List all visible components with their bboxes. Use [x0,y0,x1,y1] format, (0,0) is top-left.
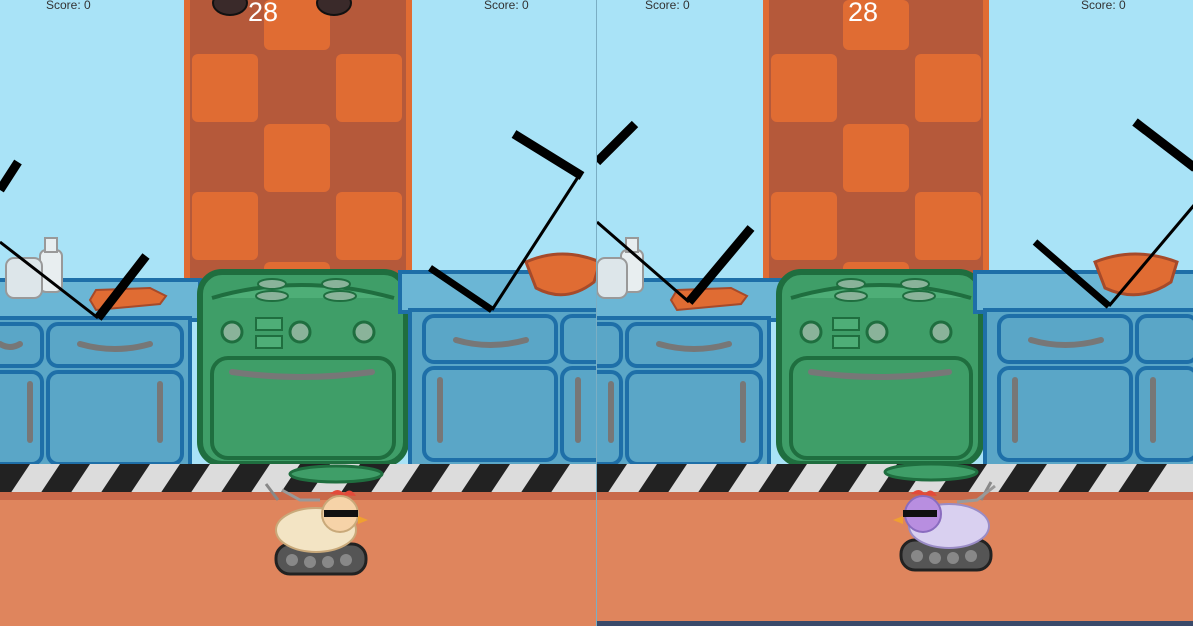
round-timer: 28 [248,0,279,27]
bottle-icon [597,237,644,299]
score-player-two: Score: 0 [484,0,529,12]
kitchen-background [597,0,1193,626]
round-timer: 28 [848,0,879,27]
score-player-two: Score: 0 [1081,0,1126,12]
stove [197,269,409,467]
bottom-status-bar [597,621,1193,626]
bowl-icon [524,252,597,297]
player-one-view: Score: 0 28 Score: 0 [0,0,597,626]
score-player-one: Score: 0 [645,0,690,12]
checkered-wall [184,0,412,302]
checkered-wall [763,0,989,302]
player-two-view: Score: 0 28 Score: 0 [597,0,1193,626]
right-counter [973,270,1193,468]
stove [776,269,984,467]
kitchen-background [0,0,597,626]
score-player-one: Score: 0 [46,0,91,12]
